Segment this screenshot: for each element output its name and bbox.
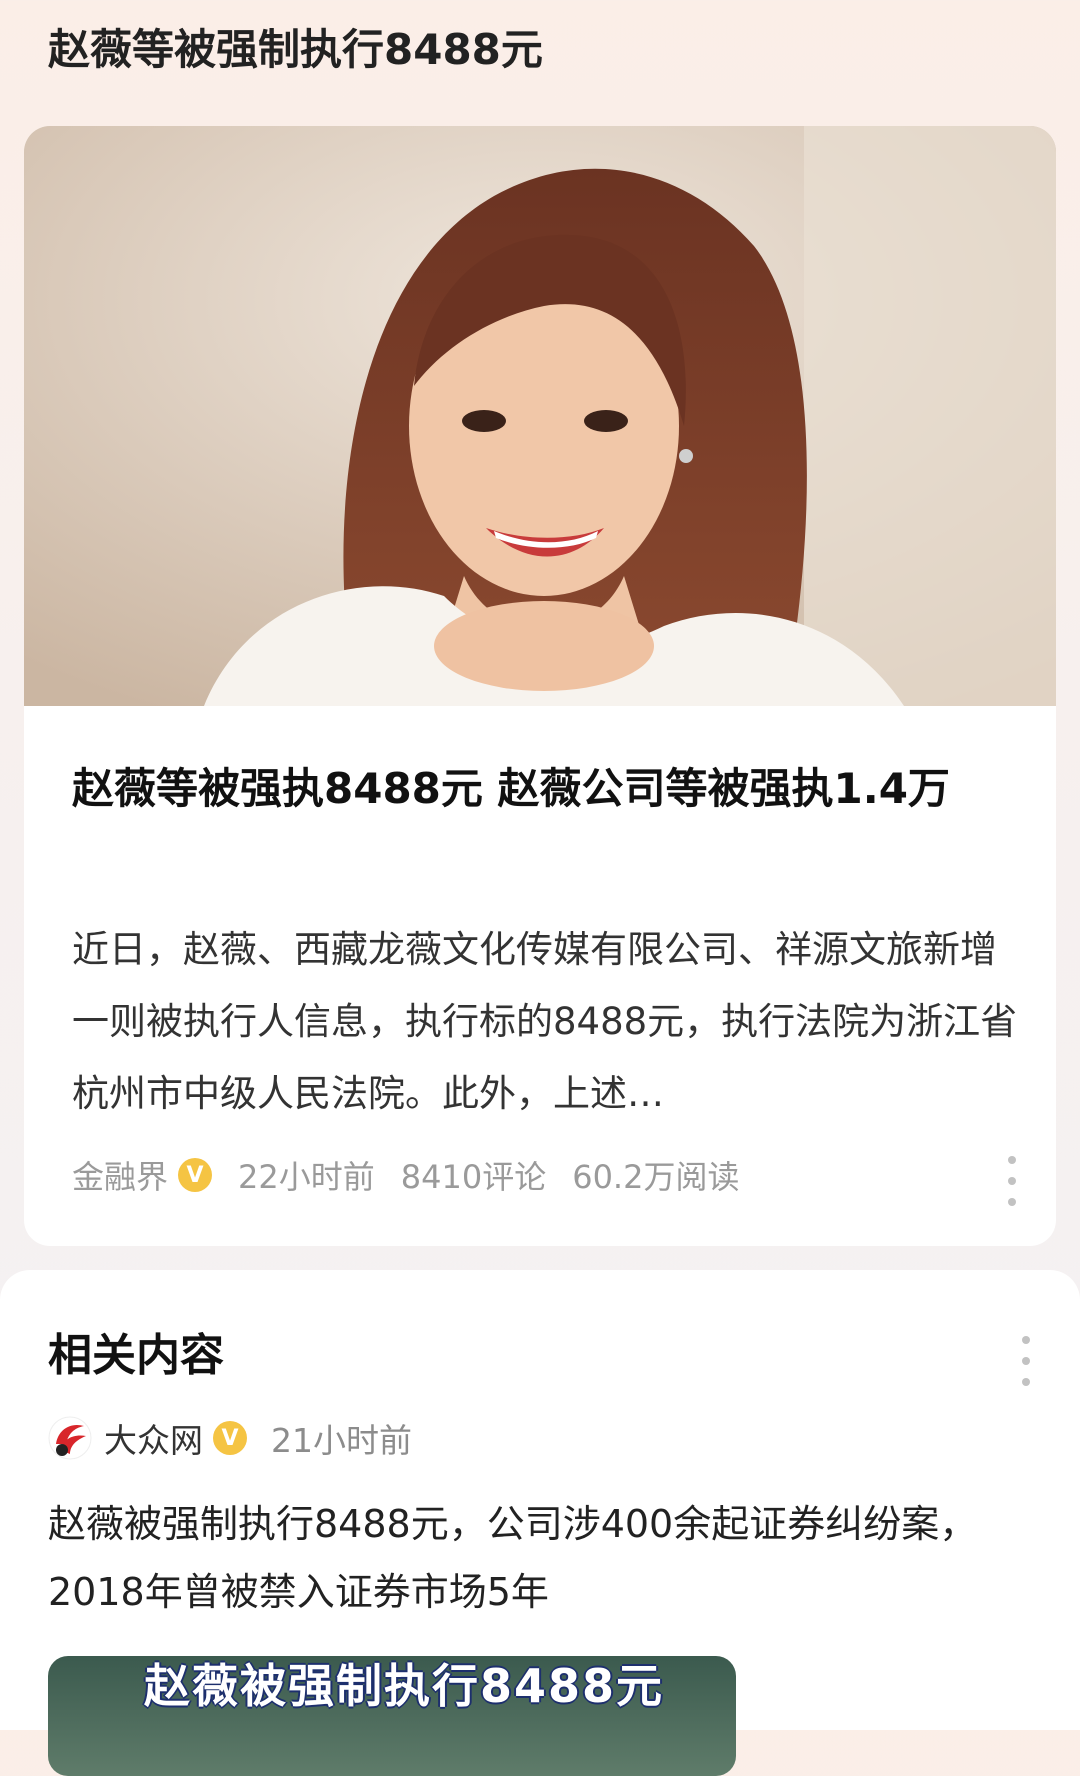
related-verified-badge-icon: V [213, 1421, 247, 1455]
more-options-icon[interactable] [1002, 1156, 1022, 1206]
related-more-options-icon[interactable] [1016, 1336, 1036, 1386]
related-source-row[interactable]: 大众网 V 21小时前 [48, 1412, 412, 1464]
related-time: 21小时前 [271, 1421, 412, 1460]
related-thumbnail[interactable]: 赵薇被强制执行8488元 [48, 1656, 736, 1776]
read-count: 60.2万阅读 [572, 1158, 740, 1196]
dazhong-logo-icon [48, 1416, 92, 1460]
article-summary[interactable]: 近日，赵薇、西藏龙薇文化传媒有限公司、祥源文旅新增一则被执行人信息，执行标的84… [72, 914, 1032, 1130]
comment-count: 8410评论 [400, 1158, 547, 1196]
portrait-photo-icon [24, 126, 1056, 706]
related-heading: 相关内容 [48, 1330, 224, 1381]
page-title: 赵薇等被强制执行8488元 [48, 25, 543, 74]
thumbnail-caption: 赵薇被强制执行8488元 [144, 1659, 665, 1713]
article-meta: 金融界 V 22小时前 8410评论 60.2万阅读 [72, 1150, 1012, 1200]
source-name[interactable]: 金融界 [72, 1152, 168, 1198]
article-card[interactable]: 赵薇等被强执8488元 赵薇公司等被强执1.4万 近日，赵薇、西藏龙薇文化传媒有… [24, 126, 1056, 1246]
verified-badge-icon: V [178, 1158, 213, 1192]
article-title[interactable]: 赵薇等被强执8488元 赵薇公司等被强执1.4万 [72, 754, 1022, 824]
related-content-section: 相关内容 大众网 V 21小时前 赵薇被强制执行8488元，公司涉400余起证券… [0, 1270, 1080, 1776]
related-headline[interactable]: 赵薇被强制执行8488元，公司涉400余起证券纠纷案，2018年曾被禁入证券市场… [48, 1490, 1008, 1626]
publish-time: 22小时前 [238, 1158, 375, 1196]
article-hero-image[interactable] [24, 126, 1056, 706]
related-source-name[interactable]: 大众网 [104, 1414, 203, 1462]
